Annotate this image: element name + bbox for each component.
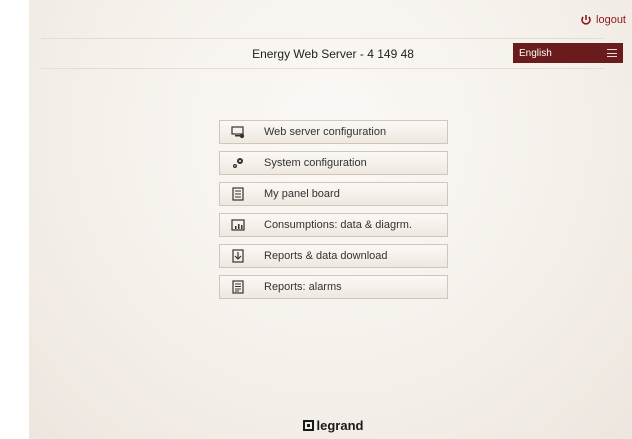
menu-item-label: System configuration (264, 157, 367, 169)
alarm-report-icon (220, 276, 256, 298)
report-download-icon (220, 245, 256, 267)
main-menu: Web server configuration System configur… (219, 120, 448, 306)
menu-item-reports-download[interactable]: Reports & data download (219, 244, 448, 268)
menu-item-my-panel-board[interactable]: My panel board (219, 182, 448, 206)
menu-item-label: Reports & data download (264, 250, 388, 262)
language-select[interactable]: English (513, 43, 623, 63)
gears-icon (220, 152, 256, 174)
language-value: English (519, 47, 552, 59)
menu-item-label: Web server configuration (264, 126, 387, 138)
brand-name: legrand (316, 418, 364, 433)
panel-board-icon (220, 183, 256, 205)
logout-link[interactable]: logout (580, 14, 626, 26)
top-bar: logout (29, 0, 632, 38)
menu-icon (607, 49, 617, 57)
menu-item-label: Consumptions: data & diagrm. (264, 219, 412, 231)
divider-top (41, 38, 604, 39)
logout-label: logout (596, 14, 626, 26)
monitor-settings-icon (220, 121, 256, 143)
menu-item-label: My panel board (264, 188, 340, 200)
page: logout Energy Web Server - 4 149 48 Engl… (29, 0, 632, 439)
chart-icon (220, 214, 256, 236)
brand-logo: legrand (29, 418, 632, 433)
menu-item-consumptions[interactable]: Consumptions: data & diagrm. (219, 213, 448, 237)
divider-bottom (41, 68, 604, 69)
menu-item-system-configuration[interactable]: System configuration (219, 151, 448, 175)
menu-item-reports-alarms[interactable]: Reports: alarms (219, 275, 448, 299)
legrand-logo-icon (302, 420, 314, 431)
menu-item-web-server-configuration[interactable]: Web server configuration (219, 120, 448, 144)
menu-item-label: Reports: alarms (264, 281, 342, 293)
power-icon (581, 15, 591, 25)
